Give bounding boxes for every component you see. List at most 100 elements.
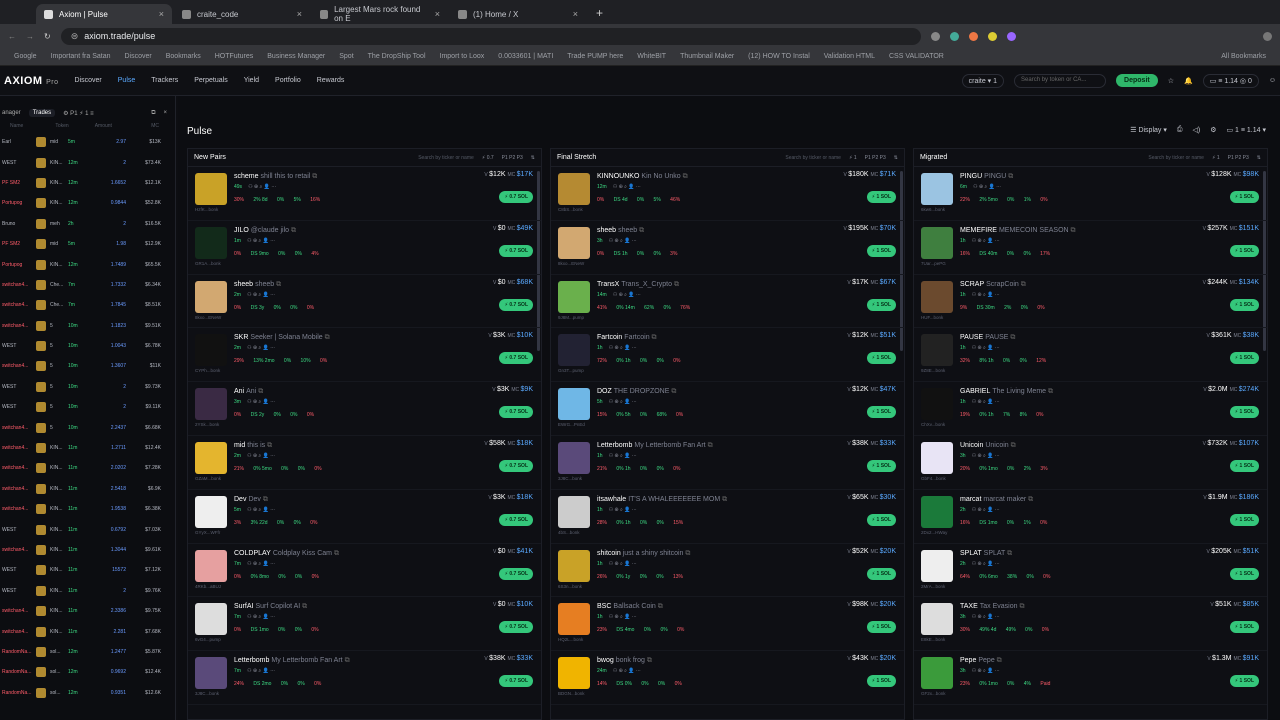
token-card[interactable]: 9J8M...pump TransX Trans_X_Crypto ⧉ 14m ⚇ … xyxy=(551,275,904,329)
close-tab-icon[interactable]: × xyxy=(297,9,302,19)
token-image[interactable] xyxy=(921,334,953,367)
tab-manager[interactable]: anager xyxy=(2,110,21,116)
quick-buy-button[interactable]: ⚡ 0.7 SOL xyxy=(499,513,533,526)
quick-buy-button[interactable]: ⚡ 0.7 SOL xyxy=(499,567,533,580)
token-ticker[interactable]: KIN... xyxy=(50,547,64,553)
token-name[interactable]: bwog bonk frog ⧉ xyxy=(597,657,652,665)
quick-buy-button[interactable]: ⚡ 1 SOL xyxy=(866,352,896,365)
token-image[interactable] xyxy=(195,657,227,690)
trade-row[interactable]: WEST KIN... 11m 0.6792 $7.03K xyxy=(0,519,175,539)
trader-name[interactable]: switchan4... xyxy=(2,629,32,635)
bookmark[interactable]: The DropShip Tool xyxy=(368,53,426,60)
forward-icon[interactable]: → xyxy=(26,32,34,41)
token-ticker[interactable]: KIN... xyxy=(50,567,64,573)
wallet-selector[interactable]: craite ▾ 1 xyxy=(961,73,1005,88)
trader-name[interactable]: WEST xyxy=(2,160,32,166)
sound-icon[interactable]: ◁) xyxy=(1192,126,1200,134)
all-bookmarks[interactable]: All Bookmarks xyxy=(1221,53,1266,60)
token-address[interactable]: HzfK...bonk xyxy=(195,207,218,212)
social-icons[interactable]: ⚇ ⊕ ⌕ 👤 ⋯ xyxy=(972,668,1000,674)
trade-row[interactable]: switchan4... KIN... 11m 1.9538 $6.38K xyxy=(0,499,175,519)
profile-icon[interactable] xyxy=(1263,31,1272,41)
close-tab-icon[interactable]: × xyxy=(435,9,440,19)
preset-selector[interactable]: P1 P2 P3 xyxy=(1228,155,1249,161)
copy-icon[interactable]: ⧉ xyxy=(267,442,272,449)
token-search-input[interactable]: Search by token or CA... xyxy=(1014,73,1107,88)
social-icons[interactable]: ⚇ ⊕ ⌕ 👤 ⋯ xyxy=(247,668,275,674)
trade-row[interactable]: RandomNa... sol... 12m 1.2477 $5.87K xyxy=(0,642,175,662)
trade-row[interactable]: PF SM2 KIN... 12m 1.6652 $12.1K xyxy=(0,173,175,193)
nav-discover[interactable]: Discover xyxy=(75,77,102,84)
token-card[interactable]: 4bS...bonk itsawhale IT'S A WHALEEEEEEE M… xyxy=(551,490,904,544)
token-address[interactable]: C8bS...bonk xyxy=(558,207,583,212)
token-ticker[interactable]: KIN... xyxy=(50,445,64,451)
quick-buy-button[interactable]: ⚡ 0.7 SOL xyxy=(499,352,533,365)
token-ticker[interactable]: 5 xyxy=(50,425,64,431)
new-tab-icon[interactable]: + xyxy=(596,6,603,20)
quick-buy-button[interactable]: ⚡ 0.7 SOL xyxy=(499,191,533,203)
bookmark[interactable]: (12) HOW TO Instal xyxy=(748,53,810,60)
token-name[interactable]: sheeb sheeb ⧉ xyxy=(597,227,644,235)
social-icons[interactable]: ⚇ ⊕ ⌕ 👤 ⋯ xyxy=(613,668,641,674)
bookmark[interactable]: Google xyxy=(14,53,37,60)
bookmark[interactable]: Important fra Satan xyxy=(51,53,111,60)
social-icons[interactable]: ⚇ ⊕ ⌕ 👤 ⋯ xyxy=(972,238,1000,244)
social-icons[interactable]: ⚇ ⊕ ⌕ 👤 ⋯ xyxy=(609,345,637,351)
token-ticker[interactable]: 5 xyxy=(50,384,64,390)
token-name[interactable]: GABRIEL The Living Meme ⧉ xyxy=(960,388,1053,396)
trader-name[interactable]: WEST xyxy=(2,404,32,410)
social-icons[interactable]: ⚇ ⊕ ⌕ 👤 ⋯ xyxy=(972,561,1000,567)
token-card[interactable]: 8kxo...ENeW sheeb sheeb ⧉ 2m ⚇ ⊕ ⌕ 👤 ⋯ 0% … xyxy=(188,275,541,329)
trader-name[interactable]: Portupog xyxy=(2,262,32,268)
token-ticker[interactable]: KIN... xyxy=(50,180,64,186)
close-tab-icon[interactable]: × xyxy=(159,9,164,19)
filter-icon[interactable]: ⇅ xyxy=(531,155,535,161)
token-ticker[interactable]: KIN... xyxy=(50,506,64,512)
copy-icon[interactable]: ⧉ xyxy=(639,227,644,234)
copy-icon[interactable]: ⧉ xyxy=(1008,173,1013,180)
token-name[interactable]: sheeb sheeb ⧉ xyxy=(234,281,281,289)
token-name[interactable]: SKR Seeker | Solana Mobile ⧉ xyxy=(234,334,330,342)
copy-icon[interactable]: ⧉ xyxy=(722,496,727,503)
bookmark[interactable]: Business Manager xyxy=(267,53,325,60)
close-panel-icon[interactable]: × xyxy=(163,110,167,116)
token-address[interactable]: HQ2L...bonk xyxy=(558,637,583,642)
token-card[interactable]: 8kxo...ENeW sheeb sheeb ⧉ 3h ⚇ ⊕ ⌕ 👤 ⋯ 0% … xyxy=(551,221,904,275)
browser-tab-craite[interactable]: craite_code × xyxy=(174,4,310,24)
bookmark[interactable]: WhiteBIT xyxy=(637,53,666,60)
trader-name[interactable]: RandomNa... xyxy=(2,649,32,655)
quick-buy-amount[interactable]: ⚡ 0.7 xyxy=(482,155,494,161)
copy-icon[interactable]: ⧉ xyxy=(708,442,713,449)
tab-trades[interactable]: Trades xyxy=(28,109,56,117)
bell-icon[interactable]: 🔔 xyxy=(1184,77,1193,85)
token-card[interactable]: 6S3n...bonk shitcoin just a shiny shitcoi… xyxy=(551,544,904,598)
token-name[interactable]: shitcoin just a shiny shitcoin ⧉ xyxy=(597,550,690,558)
trade-row[interactable]: Portupog KIN... 12m 1.7489 $65.5K xyxy=(0,254,175,274)
token-name[interactable]: scheme shill this to retail ⧉ xyxy=(234,173,317,181)
token-ticker[interactable]: 5 xyxy=(50,363,64,369)
token-address[interactable]: GbF4...bonk xyxy=(921,476,946,481)
nav-trackers[interactable]: Trackers xyxy=(151,77,178,84)
trade-row[interactable]: RandomNa... sol... 12m 0.9351 $12.6K xyxy=(0,683,175,703)
social-icons[interactable]: ⚇ ⊕ ⌕ 👤 ⋯ xyxy=(247,238,275,244)
url-input[interactable]: ⊜ axiom.trade/pulse xyxy=(60,27,921,45)
quick-buy-button[interactable]: ⚡ 1 SOL xyxy=(1229,406,1259,419)
quick-buy-button[interactable]: ⚡ 1 SOL xyxy=(1229,459,1259,472)
browser-tab-axiom[interactable]: Axiom | Pulse × xyxy=(36,4,172,24)
token-name[interactable]: SCRAP ScrapCoin ⧉ xyxy=(960,281,1026,289)
token-ticker[interactable]: sol... xyxy=(50,690,64,696)
nav-yield[interactable]: Yield xyxy=(244,77,259,84)
copy-icon[interactable]: ⧉ xyxy=(1007,550,1012,557)
token-card[interactable]: GR1A...bonk JILO @claude jilo ⧉ 1m ⚇ ⊕ ⌕ 👤… xyxy=(188,221,541,275)
token-image[interactable] xyxy=(921,603,953,636)
social-icons[interactable]: ⚇ ⊕ ⌕ 👤 ⋯ xyxy=(247,453,275,459)
token-image[interactable] xyxy=(558,549,590,582)
token-address[interactable]: HUF...bonk xyxy=(921,315,943,320)
trade-row[interactable]: switchan4... 5 10m 1.1823 $9.51K xyxy=(0,316,175,336)
token-name[interactable]: Dev Dev ⧉ xyxy=(234,496,268,504)
trade-row[interactable]: switchan4... 5 10m 1.3607 $11K xyxy=(0,356,175,376)
trade-row[interactable]: WEST 5 10m 1.0043 $6.78K xyxy=(0,336,175,356)
quick-buy-button[interactable]: ⚡ 1 SOL xyxy=(866,459,896,472)
social-icons[interactable]: ⚇ ⊕ ⌕ 👤 ⋯ xyxy=(613,184,641,190)
expand-icon[interactable]: ⧉ xyxy=(151,110,155,117)
